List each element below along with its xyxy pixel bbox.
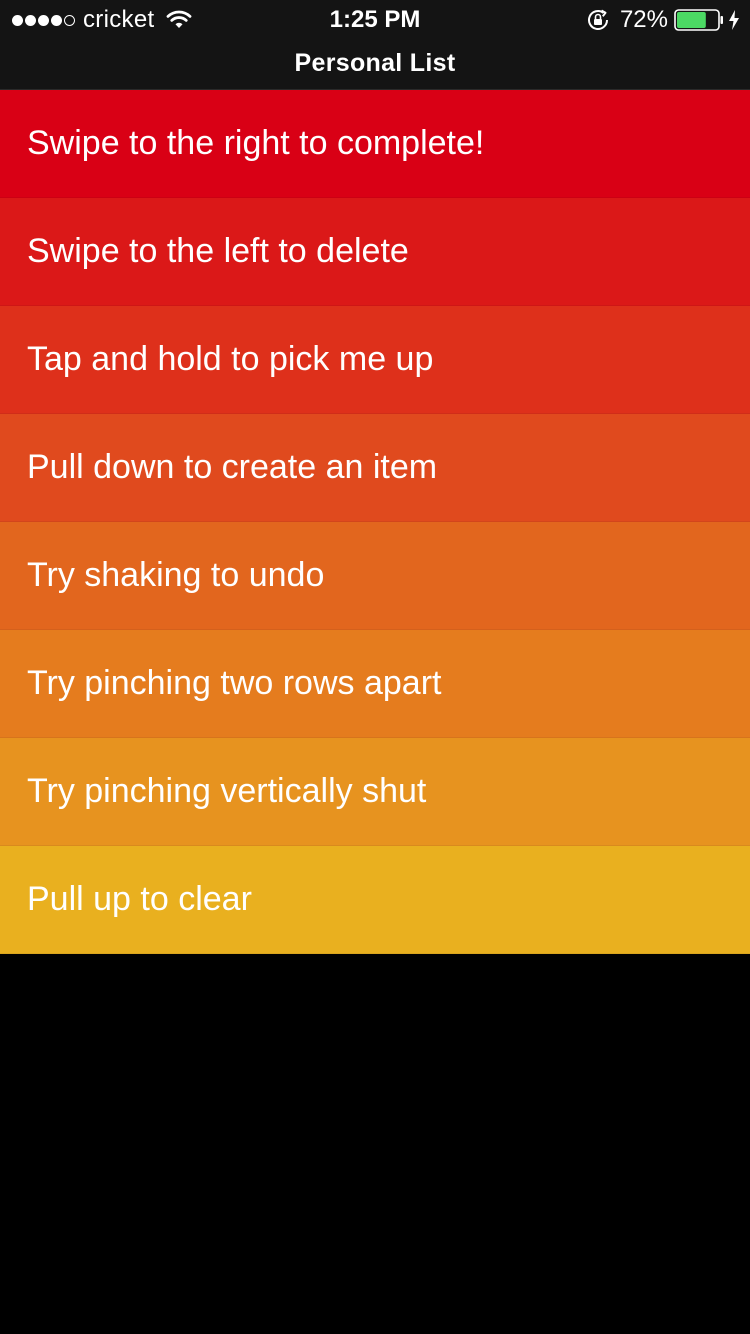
list-item-label: Pull up to clear — [27, 880, 252, 918]
list-item[interactable]: Tap and hold to pick me up — [0, 306, 750, 414]
list-item[interactable]: Try shaking to undo — [0, 522, 750, 630]
list-item-label: Swipe to the left to delete — [27, 232, 409, 270]
list-item[interactable]: Pull down to create an item — [0, 414, 750, 522]
list-item[interactable]: Try pinching two rows apart — [0, 630, 750, 738]
list-item-label: Tap and hold to pick me up — [27, 340, 434, 378]
list-item-label: Swipe to the right to complete! — [27, 124, 485, 162]
list-item-label: Pull down to create an item — [27, 448, 438, 486]
list-item-label: Try pinching vertically shut — [27, 772, 427, 810]
list-item-label: Try pinching two rows apart — [27, 664, 442, 702]
status-bar: cricket 1:25 PM 72% — [0, 0, 750, 40]
battery-percentage: 72% — [619, 6, 668, 33]
battery-fill — [677, 12, 706, 28]
list-item[interactable]: Pull up to clear — [0, 846, 750, 954]
battery-icon — [674, 9, 723, 31]
list-item[interactable]: Try pinching vertically shut — [0, 738, 750, 846]
rotation-lock-icon — [587, 9, 608, 31]
list-item-label: Try shaking to undo — [27, 556, 325, 594]
todo-list: Swipe to the right to complete! Swipe to… — [0, 90, 750, 954]
page-title: Personal List — [294, 49, 456, 77]
list-item[interactable]: Swipe to the right to complete! — [0, 90, 750, 198]
status-right: 72% — [586, 6, 740, 34]
charging-bolt-icon — [729, 10, 739, 30]
list-item[interactable]: Swipe to the left to delete — [0, 198, 750, 306]
navigation-bar: Personal List — [0, 40, 750, 90]
